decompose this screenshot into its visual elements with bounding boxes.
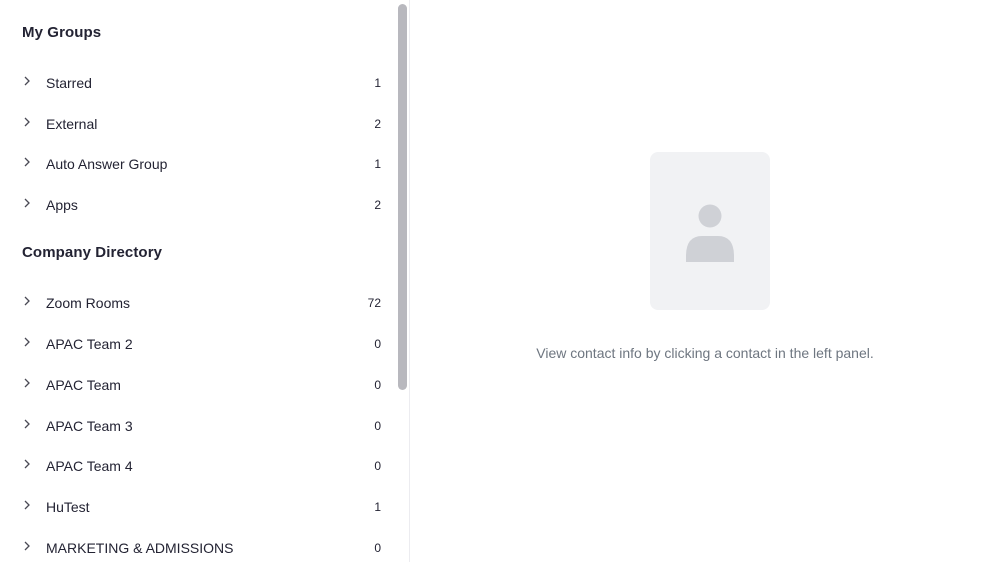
chevron-right-icon xyxy=(22,458,32,470)
chevron-right-icon xyxy=(22,295,32,307)
chevron-right-icon xyxy=(22,336,32,348)
group-count: 72 xyxy=(367,296,381,310)
group-label: APAC Team 2 xyxy=(46,336,133,352)
empty-state-message: View contact info by clicking a contact … xyxy=(536,345,874,361)
group-row-auto-answer-group[interactable]: Auto Answer Group 1 xyxy=(0,144,396,184)
chevron-right-icon xyxy=(22,377,32,389)
group-row-starred[interactable]: Starred 1 xyxy=(0,63,396,103)
group-row-apac-team-4[interactable]: APAC Team 4 0 xyxy=(0,446,396,486)
group-row-apac-team-3[interactable]: APAC Team 3 0 xyxy=(0,406,396,446)
chevron-right-icon xyxy=(22,197,32,209)
group-count: 1 xyxy=(374,500,381,514)
chevron-right-icon xyxy=(22,156,32,168)
group-count: 2 xyxy=(374,117,381,131)
my-groups-header: My Groups xyxy=(22,24,102,41)
company-directory-header: Company Directory xyxy=(22,244,163,261)
scrollbar-thumb[interactable] xyxy=(398,4,407,390)
group-label: MARKETING & ADMISSIONS xyxy=(46,540,234,556)
group-label: Apps xyxy=(46,197,78,213)
group-count: 1 xyxy=(374,76,381,90)
group-label: Zoom Rooms xyxy=(46,295,131,311)
group-row-hutest[interactable]: HuTest 1 xyxy=(0,487,396,527)
chevron-right-icon xyxy=(22,418,32,430)
group-row-apps[interactable]: Apps 2 xyxy=(0,185,396,225)
contact-detail-panel: View contact info by clicking a contact … xyxy=(410,0,1000,562)
group-row-apac-team-2[interactable]: APAC Team 2 0 xyxy=(0,324,396,364)
chevron-right-icon xyxy=(22,75,32,87)
group-count: 0 xyxy=(374,459,381,473)
group-label: Auto Answer Group xyxy=(46,156,168,172)
group-count: 0 xyxy=(374,419,381,433)
chevron-right-icon xyxy=(22,116,32,128)
group-count: 0 xyxy=(374,337,381,351)
contacts-window: My Groups Starred 1 External 2 Auto Answ… xyxy=(0,0,1000,562)
group-label: External xyxy=(46,116,98,132)
contact-book-icon xyxy=(638,152,778,312)
group-row-marketing-admissions[interactable]: MARKETING & ADMISSIONS 0 xyxy=(0,528,396,562)
group-count: 0 xyxy=(374,541,381,555)
list-scrollbar[interactable] xyxy=(395,0,409,562)
group-row-external[interactable]: External 2 xyxy=(0,104,396,144)
group-count: 2 xyxy=(374,198,381,212)
group-label: Starred xyxy=(46,75,92,91)
group-row-apac-team[interactable]: APAC Team 0 xyxy=(0,365,396,405)
group-label: HuTest xyxy=(46,499,90,515)
chevron-right-icon xyxy=(22,540,32,552)
contacts-list-panel: My Groups Starred 1 External 2 Auto Answ… xyxy=(0,0,410,562)
group-count: 0 xyxy=(374,378,381,392)
group-label: APAC Team xyxy=(46,377,121,393)
chevron-right-icon xyxy=(22,499,32,511)
group-count: 1 xyxy=(374,157,381,171)
group-label: APAC Team 4 xyxy=(46,458,133,474)
group-label: APAC Team 3 xyxy=(46,418,133,434)
group-row-zoom-rooms[interactable]: Zoom Rooms 72 xyxy=(0,283,396,323)
